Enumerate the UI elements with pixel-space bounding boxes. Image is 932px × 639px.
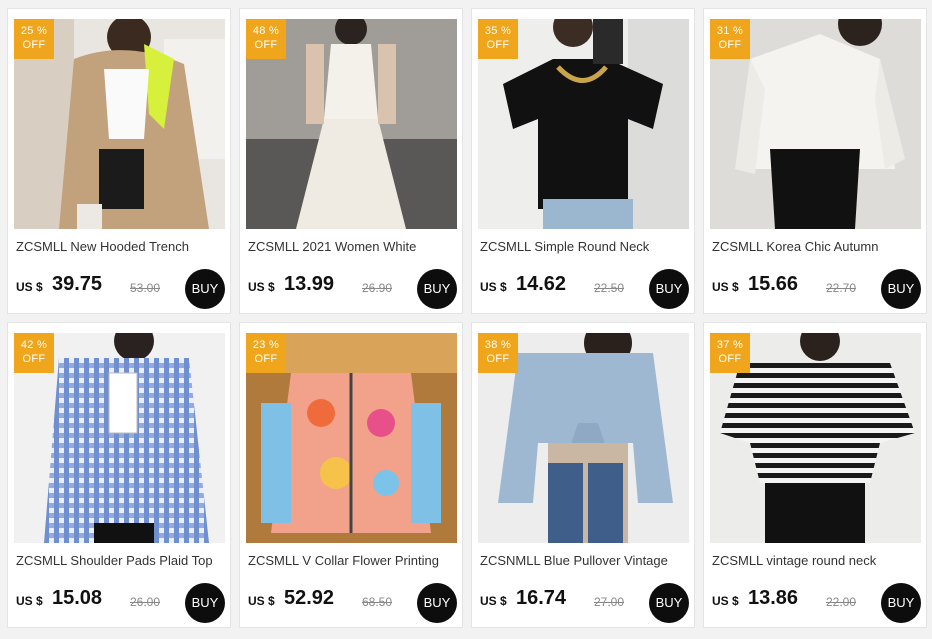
original-price: 26.90 bbox=[362, 281, 393, 295]
currency-label: US $ bbox=[480, 594, 507, 608]
currency-label: US $ bbox=[16, 280, 43, 294]
discount-badge: 23 % OFF bbox=[246, 333, 286, 373]
buy-button[interactable]: BUY bbox=[185, 269, 225, 309]
currency-label: US $ bbox=[248, 594, 275, 608]
original-price: 68.50 bbox=[362, 595, 393, 609]
discount-badge: 37 % OFF bbox=[710, 333, 750, 373]
product-card[interactable]: 38 % OFF ZCSNMLL Blue Pullover Vintage U… bbox=[471, 322, 695, 628]
original-price: 22.00 bbox=[826, 595, 857, 609]
discount-off-label: OFF bbox=[22, 353, 46, 365]
product-title[interactable]: ZCSMLL Simple Round Neck bbox=[480, 239, 692, 254]
sale-price: 52.92 bbox=[284, 587, 335, 609]
discount-badge: 35 % OFF bbox=[478, 19, 518, 59]
currency-label: US $ bbox=[16, 594, 43, 608]
product-card[interactable]: 35 % OFF ZCSMLL Simple Round Neck US $ 1… bbox=[471, 8, 695, 314]
discount-percent: 38 % bbox=[484, 339, 512, 351]
discount-off-label: OFF bbox=[22, 39, 46, 51]
discount-percent: 48 % bbox=[252, 25, 280, 37]
discount-badge: 31 % OFF bbox=[710, 19, 750, 59]
discount-percent: 23 % bbox=[252, 339, 280, 351]
product-title[interactable]: ZCSMLL Shoulder Pads Plaid Top bbox=[16, 553, 228, 568]
product-card[interactable]: 25 % OFF ZCSMLL New Hooded Trench US $ 3… bbox=[7, 8, 231, 314]
discount-off-label: OFF bbox=[718, 353, 742, 365]
product-card[interactable]: 37 % OFF ZCSMLL vintage round neck US $ … bbox=[703, 322, 927, 628]
sale-price: 16.74 bbox=[516, 587, 567, 609]
discount-badge: 25 % OFF bbox=[14, 19, 54, 59]
product-card[interactable]: 23 % OFF ZCSMLL V Collar Flower Printing… bbox=[239, 322, 463, 628]
discount-off-label: OFF bbox=[486, 39, 510, 51]
sale-price: 15.66 bbox=[748, 273, 799, 295]
buy-button[interactable]: BUY bbox=[417, 583, 457, 623]
product-title[interactable]: ZCSMLL V Collar Flower Printing bbox=[248, 553, 460, 568]
product-card[interactable]: 31 % OFF ZCSMLL Korea Chic Autumn US $ 1… bbox=[703, 8, 927, 314]
discount-percent: 35 % bbox=[484, 25, 512, 37]
discount-off-label: OFF bbox=[254, 353, 278, 365]
currency-label: US $ bbox=[712, 280, 739, 294]
currency-label: US $ bbox=[712, 594, 739, 608]
original-price: 22.50 bbox=[594, 281, 625, 295]
discount-badge: 48 % OFF bbox=[246, 19, 286, 59]
discount-percent: 25 % bbox=[20, 25, 48, 37]
discount-badge: 38 % OFF bbox=[478, 333, 518, 373]
discount-badge: 42 % OFF bbox=[14, 333, 54, 373]
original-price: 27.00 bbox=[594, 595, 625, 609]
product-title[interactable]: ZCSNMLL Blue Pullover Vintage bbox=[480, 553, 692, 568]
original-price: 53.00 bbox=[130, 281, 161, 295]
discount-off-label: OFF bbox=[254, 39, 278, 51]
buy-button[interactable]: BUY bbox=[649, 583, 689, 623]
original-price: 22.70 bbox=[826, 281, 857, 295]
original-price: 26.00 bbox=[130, 595, 161, 609]
product-card[interactable]: 48 % OFF ZCSMLL 2021 Women White US $ 13… bbox=[239, 8, 463, 314]
product-title[interactable]: ZCSMLL Korea Chic Autumn bbox=[712, 239, 924, 254]
currency-label: US $ bbox=[248, 280, 275, 294]
discount-off-label: OFF bbox=[486, 353, 510, 365]
product-title[interactable]: ZCSMLL vintage round neck bbox=[712, 553, 924, 568]
buy-button[interactable]: BUY bbox=[649, 269, 689, 309]
buy-button[interactable]: BUY bbox=[881, 269, 921, 309]
product-card[interactable]: 42 % OFF ZCSMLL Shoulder Pads Plaid Top … bbox=[7, 322, 231, 628]
buy-button[interactable]: BUY bbox=[185, 583, 225, 623]
sale-price: 13.86 bbox=[748, 587, 799, 609]
discount-percent: 37 % bbox=[716, 339, 744, 351]
sale-price: 39.75 bbox=[52, 273, 103, 295]
sale-price: 14.62 bbox=[516, 273, 567, 295]
sale-price: 15.08 bbox=[52, 587, 103, 609]
currency-label: US $ bbox=[480, 280, 507, 294]
discount-percent: 42 % bbox=[20, 339, 48, 351]
discount-percent: 31 % bbox=[716, 25, 744, 37]
product-title[interactable]: ZCSMLL 2021 Women White bbox=[248, 239, 460, 254]
product-title[interactable]: ZCSMLL New Hooded Trench bbox=[16, 239, 228, 254]
sale-price: 13.99 bbox=[284, 273, 335, 295]
discount-off-label: OFF bbox=[718, 39, 742, 51]
buy-button[interactable]: BUY bbox=[417, 269, 457, 309]
buy-button[interactable]: BUY bbox=[881, 583, 921, 623]
